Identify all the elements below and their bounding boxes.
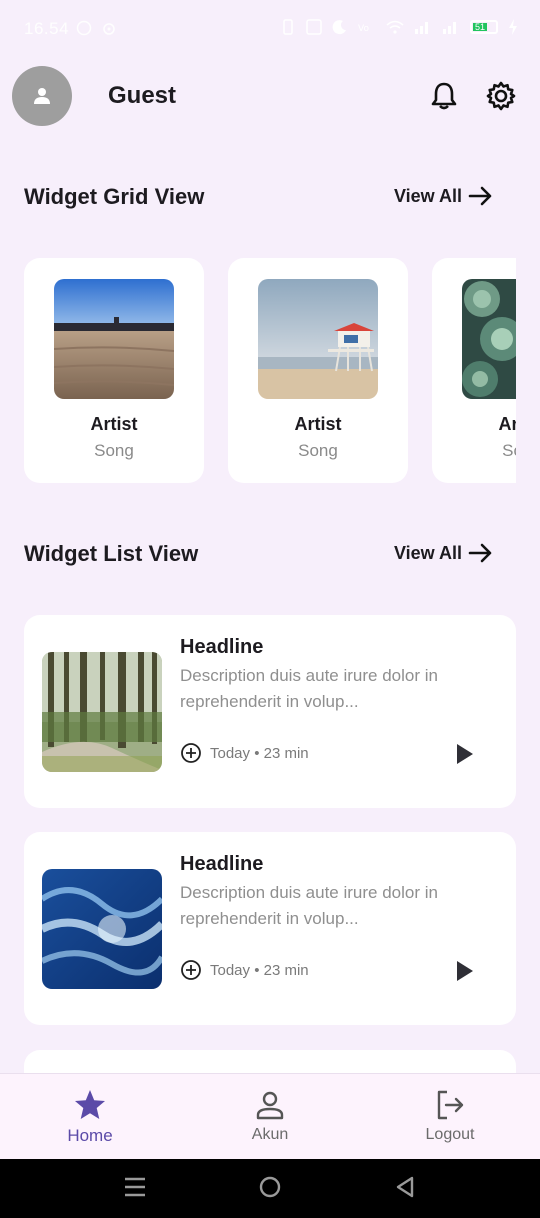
gear-icon — [486, 81, 516, 111]
status-bar: 16.54 Vo 51 — [0, 0, 540, 58]
logout-icon — [437, 1090, 464, 1120]
ocean-waves-photo — [42, 869, 162, 989]
nav-label-home: Home — [67, 1126, 113, 1145]
wifi-icon — [386, 20, 404, 34]
sync-icon — [102, 23, 115, 35]
lifeguard-tower-photo — [258, 279, 378, 399]
person-outline-icon — [256, 1091, 284, 1120]
nav-label-akun: Akun — [251, 1126, 289, 1143]
nav-item-akun[interactable]: Akun — [210, 1088, 330, 1144]
view-all-label: View All — [393, 185, 462, 206]
view-all-label: View All — [393, 542, 462, 563]
add-circle-icon[interactable] — [180, 742, 202, 764]
list-card-meta-text: Today • 23 min — [210, 961, 309, 979]
list-card-meta: Today • 23 min — [180, 742, 309, 764]
list-view-all-button[interactable]: View All — [394, 541, 494, 565]
grid-card-artist: Artist — [90, 414, 138, 434]
vibrate-icon — [283, 19, 293, 35]
star-icon — [75, 1090, 105, 1119]
moon-icon — [332, 20, 346, 35]
username: Guest — [108, 82, 177, 109]
bottom-navigation: Home Akun Logout — [0, 1073, 540, 1159]
volte-icon: Vo — [358, 24, 369, 34]
svg-text:Vo: Vo — [358, 24, 369, 34]
grid-card[interactable]: Artist Song — [432, 258, 516, 483]
settings-button[interactable] — [483, 78, 519, 114]
grid-view-all-button[interactable]: View All — [394, 184, 494, 208]
play-icon[interactable] — [456, 743, 474, 765]
menu-icon[interactable] — [123, 1175, 147, 1199]
back-icon[interactable] — [393, 1175, 417, 1199]
grid-section-header: Widget Grid View View All — [24, 180, 494, 216]
avatar[interactable] — [12, 66, 72, 126]
app-header: Guest — [0, 66, 540, 126]
status-time: 16.54 — [24, 19, 70, 38]
grid-card[interactable]: Artist Song — [228, 258, 408, 483]
grid-card-artist: Artist — [498, 414, 516, 434]
signal-icon — [415, 22, 428, 34]
list-card-headline: Headline — [180, 853, 264, 875]
list-section-title: Widget List View — [24, 541, 199, 566]
charging-icon — [509, 19, 517, 35]
list-card-description: Description duis aute irure dolor in rep… — [180, 666, 438, 711]
list-card-headline: Headline — [180, 636, 264, 658]
signal-icon — [443, 22, 456, 34]
list-card-description: Description duis aute irure dolor in rep… — [180, 883, 438, 928]
whatsapp-icon — [76, 20, 92, 36]
forest-path-photo — [42, 652, 162, 772]
list-card[interactable]: Headline Description duis aute irure dol… — [24, 615, 516, 808]
nav-label-logout: Logout — [425, 1126, 475, 1143]
grid-card-song: Song — [94, 441, 134, 460]
nav-item-home[interactable]: Home — [30, 1088, 150, 1146]
succulent-plants-photo — [462, 279, 516, 399]
list-card[interactable]: Headline Description duis aute irure dol… — [24, 832, 516, 1025]
grid-carousel[interactable]: Artist Song Artist Song Ar S — [24, 258, 516, 484]
home-circle-icon[interactable] — [258, 1175, 282, 1199]
grid-card[interactable]: Artist Song — [24, 258, 204, 483]
list-section-header: Widget List View View All — [24, 537, 494, 573]
add-circle-icon[interactable] — [180, 959, 202, 981]
system-navigation-bar — [0, 1159, 540, 1218]
nfc-icon — [306, 19, 322, 35]
notification-button[interactable] — [426, 78, 462, 114]
grid-card-song: Song — [502, 441, 516, 460]
arrow-right-icon — [468, 543, 492, 563]
grid-card-artist: Artist — [294, 414, 342, 434]
person-icon — [34, 88, 50, 104]
list-card-meta-text: Today • 23 min — [210, 744, 309, 762]
arrow-right-icon — [468, 186, 492, 206]
battery-icon: 51 — [470, 20, 498, 34]
list-card-meta: Today • 23 min — [180, 959, 309, 981]
play-icon[interactable] — [456, 960, 474, 982]
nav-item-logout[interactable]: Logout — [390, 1088, 510, 1144]
grid-card-song: Song — [298, 441, 338, 460]
bell-icon — [431, 82, 457, 110]
beach-sand-photo — [54, 279, 174, 399]
grid-section-title: Widget Grid View — [24, 184, 205, 209]
